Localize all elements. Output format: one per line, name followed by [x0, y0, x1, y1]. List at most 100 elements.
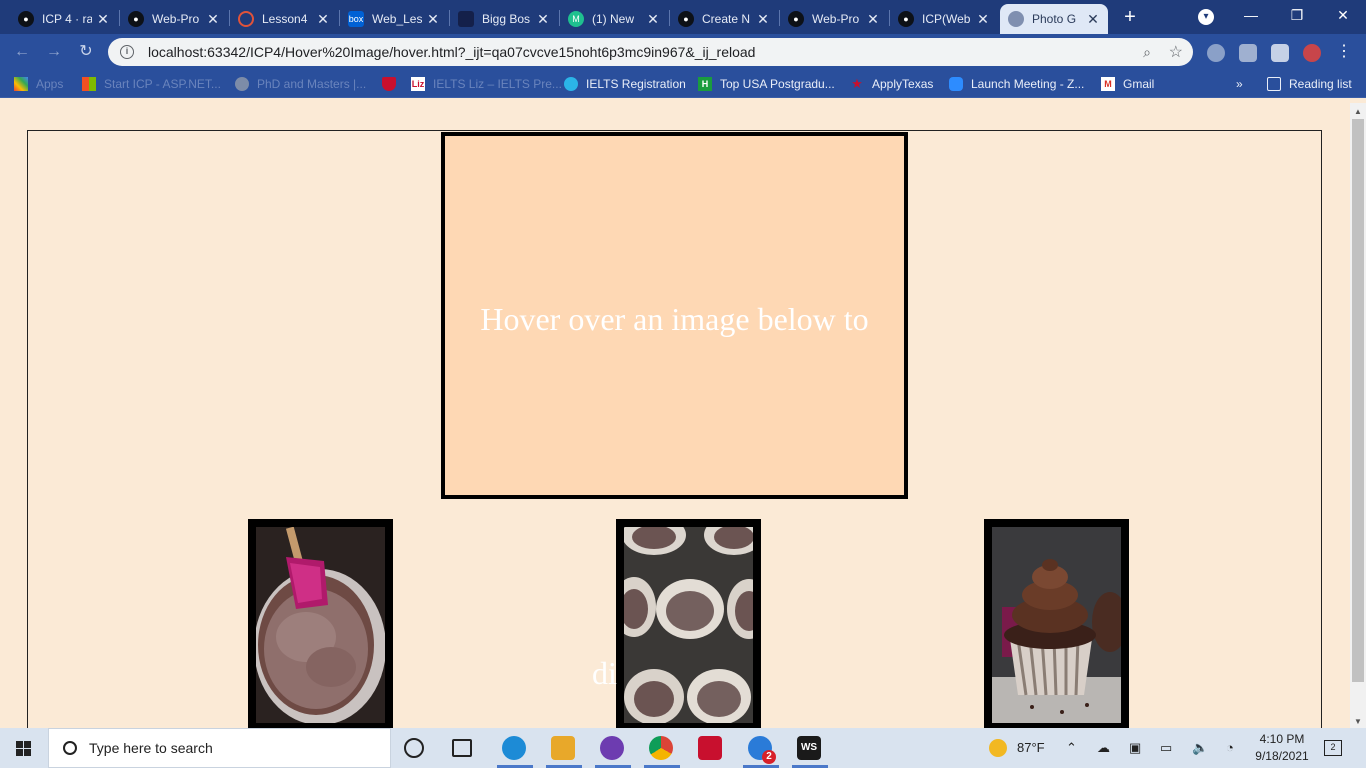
bookmark-crest[interactable] — [382, 76, 404, 92]
chrome-icon[interactable] — [649, 736, 673, 760]
bookmark-ielts-registration[interactable]: IELTS Registration — [564, 76, 686, 92]
tab-photo-gallery[interactable]: Photo G ✕ — [1000, 4, 1108, 34]
tab-new[interactable]: M (1) New ✕ — [560, 4, 668, 34]
bookmarks-bar: Apps Start ICP - ASP.NET... PhD and Mast… — [0, 70, 1366, 98]
tab-title: Lesson4 — [262, 12, 308, 26]
puzzle-icon[interactable] — [1271, 44, 1289, 62]
tab-create-new[interactable]: ● Create N ✕ — [670, 4, 778, 34]
scrollbar-thumb[interactable] — [1352, 119, 1364, 682]
tab-title: Web_Les — [372, 12, 422, 26]
github-desktop-icon[interactable] — [600, 736, 624, 760]
file-explorer-icon[interactable] — [551, 736, 575, 760]
address-bar[interactable]: i localhost:63342/ICP4/Hover%20Image/hov… — [108, 38, 1193, 66]
messenger-icon[interactable]: 2 — [748, 736, 776, 764]
close-icon[interactable]: ✕ — [1086, 11, 1100, 28]
thumbnail-batter[interactable] — [248, 519, 393, 728]
forward-button[interactable]: → — [44, 42, 64, 62]
tab-title: Web-Pro — [152, 12, 200, 26]
thumbnail-muffin-tin[interactable] — [616, 519, 761, 728]
menu-kebab-icon[interactable]: ⋮ — [1334, 42, 1354, 62]
tab-title: Photo G — [1032, 12, 1077, 26]
tab-web-pro-2[interactable]: ● Web-Pro ✕ — [780, 4, 888, 34]
volume-icon[interactable]: 🔈 — [1192, 740, 1208, 756]
m-icon: M — [568, 11, 584, 27]
webstorm-icon[interactable]: WS — [797, 736, 821, 760]
close-icon[interactable]: ✕ — [646, 11, 660, 28]
reading-list-button[interactable]: Reading list — [1267, 76, 1352, 92]
clock-date: 9/18/2021 — [1255, 749, 1309, 763]
bookmark-ielts-liz[interactable]: Liz IELTS Liz – IELTS Pre... — [411, 76, 562, 92]
weather-temp[interactable]: 87°F — [1017, 740, 1045, 755]
scroll-down-icon[interactable]: ▼ — [1354, 717, 1362, 726]
github-icon: ● — [678, 11, 694, 27]
url-text[interactable]: localhost:63342/ICP4/Hover%20Image/hover… — [148, 44, 755, 60]
close-icon[interactable]: ✕ — [866, 11, 880, 28]
mcafee-icon[interactable] — [698, 736, 722, 760]
close-icon[interactable]: ✕ — [206, 11, 220, 28]
bookmark-applytexas[interactable]: ★ ApplyTexas — [850, 76, 933, 92]
windows-logo-icon — [16, 741, 31, 756]
tab-lesson4[interactable]: Lesson4 ✕ — [230, 4, 338, 34]
display-text-overflow: di — [592, 655, 617, 691]
notification-icon[interactable]: 2 — [1324, 738, 1342, 756]
bookmark-launch-meeting[interactable]: Launch Meeting - Z... — [949, 76, 1084, 92]
new-tab-button[interactable]: + — [1118, 6, 1142, 30]
tab-title: Create N — [702, 12, 751, 26]
taskbar-search-box[interactable]: Type here to search — [48, 728, 391, 768]
bookmark-label: IELTS Registration — [586, 77, 686, 91]
restore-button[interactable]: ❐ — [1274, 0, 1320, 32]
minimize-button[interactable]: — — [1228, 0, 1274, 32]
bookmark-phd-masters[interactable]: PhD and Masters |... — [235, 76, 366, 92]
loading-icon — [238, 11, 254, 27]
bookmark-label: IELTS Liz – IELTS Pre... — [433, 77, 562, 91]
close-icon[interactable]: ✕ — [536, 11, 550, 28]
reading-list-label: Reading list — [1289, 77, 1352, 91]
bookmark-label: Start ICP - ASP.NET... — [104, 77, 221, 91]
thumbnail-cupcake[interactable] — [984, 519, 1129, 728]
edge-icon[interactable] — [502, 736, 526, 760]
extension-cloud-icon[interactable] — [1207, 44, 1225, 62]
battery-icon[interactable]: ▭ — [1160, 740, 1172, 756]
browser-toolbar: ← → ↻ i localhost:63342/ICP4/Hover%20Ima… — [0, 34, 1366, 70]
tab-bigg-boss[interactable]: Bigg Bos ✕ — [450, 4, 558, 34]
bookmark-start-icp[interactable]: Start ICP - ASP.NET... — [82, 76, 221, 92]
shield-icon[interactable] — [1239, 44, 1257, 62]
tab-icp-web[interactable]: ● ICP(Web ✕ — [890, 4, 998, 34]
search-icon[interactable]: ⌕ — [1143, 44, 1151, 61]
task-view-icon[interactable] — [452, 739, 472, 757]
close-icon[interactable]: ✕ — [756, 11, 770, 28]
close-icon[interactable]: ✕ — [316, 11, 330, 28]
reload-button[interactable]: ↻ — [76, 42, 96, 62]
bookmark-top-usa[interactable]: H Top USA Postgradu... — [698, 76, 835, 92]
wifi-icon[interactable]: ◔ — [1226, 740, 1234, 755]
bookmark-gmail[interactable]: M Gmail — [1101, 76, 1154, 92]
display-icon[interactable]: ▣ — [1129, 740, 1141, 756]
onedrive-icon[interactable]: ☁ — [1097, 740, 1110, 756]
scroll-up-icon[interactable]: ▲ — [1354, 107, 1362, 116]
bookmark-label: Apps — [36, 77, 64, 91]
close-icon[interactable]: ✕ — [96, 11, 110, 28]
tab-web-pro-1[interactable]: ● Web-Pro ✕ — [120, 4, 228, 34]
bookmark-label: Launch Meeting - Z... — [971, 77, 1085, 91]
start-button[interactable] — [0, 728, 48, 768]
cortana-icon[interactable] — [404, 738, 424, 758]
chevron-up-icon[interactable]: ⌃ — [1066, 740, 1077, 756]
avatar[interactable] — [1303, 44, 1321, 62]
clock[interactable]: 4:10 PM 9/18/2021 — [1252, 731, 1312, 765]
weather-icon[interactable] — [989, 739, 1007, 757]
page-content: Hover over an image below to di — [0, 103, 1350, 728]
close-icon[interactable]: ✕ — [976, 11, 990, 28]
close-icon[interactable]: ✕ — [426, 11, 440, 28]
tab-web-les[interactable]: box Web_Les ✕ — [340, 4, 448, 34]
tab-icp4[interactable]: ● ICP 4 · ra ✕ — [10, 4, 118, 34]
close-window-button[interactable]: ✕ — [1320, 0, 1366, 32]
bookmarks-overflow-button[interactable]: » — [1236, 76, 1243, 92]
back-button[interactable]: ← — [12, 42, 32, 62]
bookmark-label: Gmail — [1123, 77, 1155, 91]
liz-icon: Liz — [411, 77, 425, 91]
bookmark-star-icon[interactable]: ☆ — [1169, 42, 1183, 62]
bookmark-apps[interactable]: Apps — [14, 76, 63, 92]
vertical-scrollbar[interactable]: ▲ ▼ — [1350, 103, 1366, 728]
tab-search-button[interactable]: ▾ — [1198, 9, 1214, 25]
site-info-icon[interactable]: i — [120, 45, 134, 59]
